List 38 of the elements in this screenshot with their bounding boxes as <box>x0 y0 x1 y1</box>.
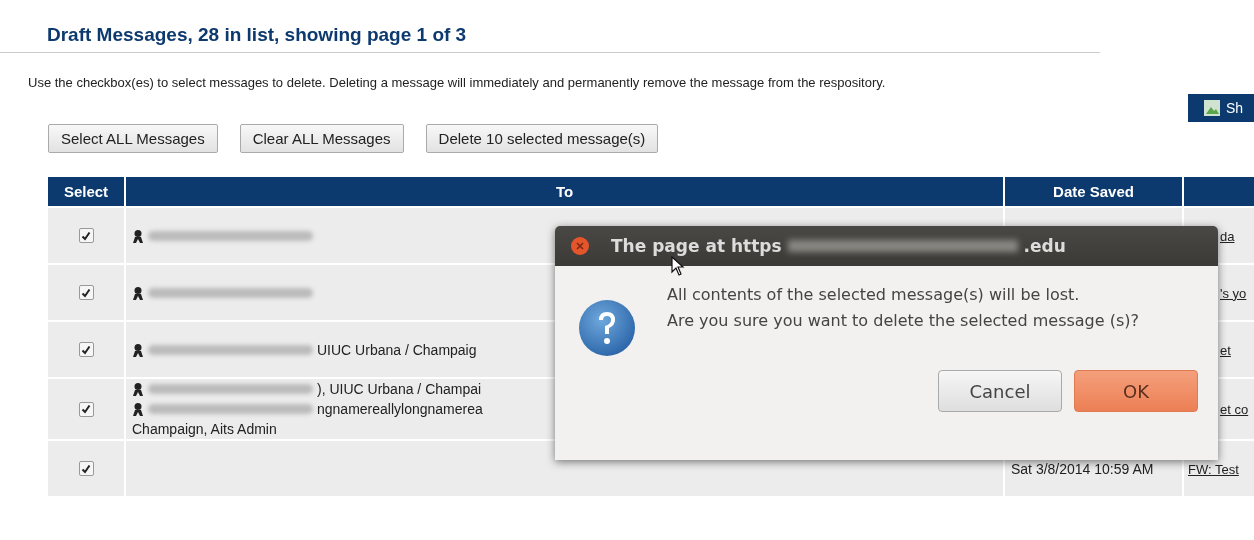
dialog-message: Are you sure you want to delete the selected message (s)? <box>667 310 1140 332</box>
image-icon <box>1204 100 1220 116</box>
recipient-text: ngnamereallylongnamerea <box>317 401 483 417</box>
recipient-text: UIUC Urbana / Champaig <box>317 341 477 358</box>
action-button[interactable]: Select ALL Messages <box>48 124 218 153</box>
person-icon <box>132 342 144 357</box>
page-heading: Draft Messages, 28 in list, showing page 1 of 3 <box>0 0 1100 53</box>
dialog-title: .edu <box>1023 236 1066 256</box>
dialog-button[interactable]: Cancel <box>938 370 1062 412</box>
checkbox[interactable] <box>78 285 94 300</box>
person-icon <box>132 382 144 396</box>
person-icon <box>132 228 144 243</box>
show-button[interactable]: Sh <box>1188 94 1254 122</box>
checkbox[interactable] <box>78 228 94 243</box>
subject-link[interactable]: et <box>1220 342 1231 358</box>
action-button[interactable]: Clear ALL Messages <box>239 124 404 153</box>
dialog-title: The page at https <box>611 236 782 256</box>
column-header: To <box>126 177 1003 206</box>
recipient-text: Champaign, Aits Admin <box>132 421 277 437</box>
dialog-message: All contents of the selected message(s) will be lost. <box>667 284 1081 306</box>
date-text: Sat 3/8/2014 10:59 AM <box>1011 460 1154 477</box>
subject-link[interactable]: 's yo <box>1220 285 1247 301</box>
recipient-text: ), UIUC Urbana / Champai <box>317 381 482 397</box>
subject-link[interactable]: da <box>1220 228 1235 244</box>
close-icon[interactable] <box>571 237 589 255</box>
person-icon <box>132 402 144 416</box>
question-icon <box>577 298 637 358</box>
action-button[interactable]: Delete 10 selected message(s) <box>425 124 659 153</box>
mouse-cursor-icon <box>671 256 685 276</box>
checkbox[interactable] <box>78 461 94 476</box>
instructions-text: Use the checkbox(es) to select messages to delete. Deleting a message will immediately and permanently remove the message from the respository. <box>28 75 887 90</box>
subject-link[interactable]: et co <box>1220 402 1249 417</box>
dialog-button[interactable]: OK <box>1074 370 1198 412</box>
checkbox[interactable] <box>78 342 94 357</box>
column-header: Date Saved <box>1005 177 1182 206</box>
checkbox[interactable] <box>78 401 94 417</box>
column-header: Select <box>48 177 124 206</box>
person-icon <box>132 285 144 300</box>
